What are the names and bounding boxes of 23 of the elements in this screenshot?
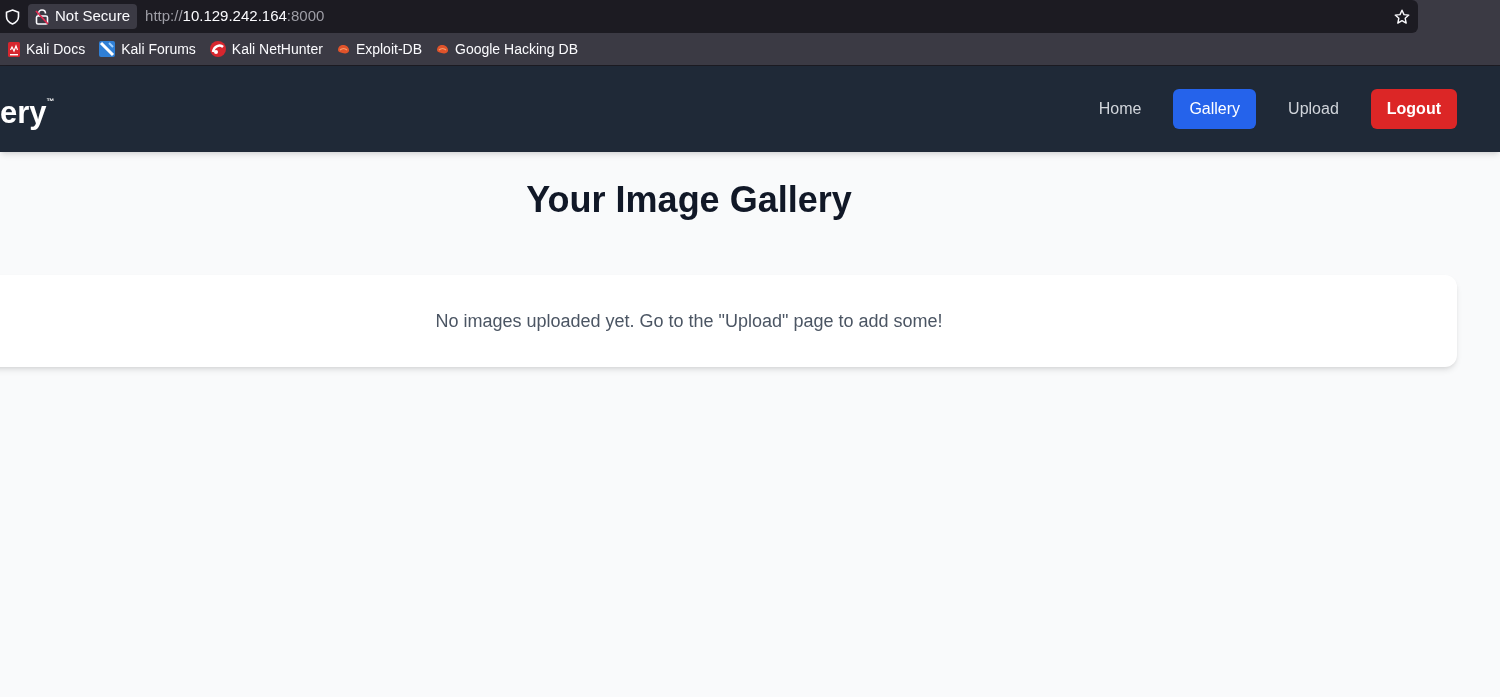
bookmark-item[interactable]: Exploit-DB bbox=[336, 38, 422, 60]
address-bar[interactable]: Not Secure http://10.129.242.164:8000 bbox=[0, 0, 1418, 33]
bookmark-item[interactable]: Google Hacking DB bbox=[436, 38, 578, 60]
not-secure-button[interactable]: Not Secure bbox=[28, 4, 138, 29]
bookmark-star-icon[interactable] bbox=[1394, 8, 1410, 25]
brand-logo-text[interactable]: ery$^{™}$ bbox=[0, 90, 55, 128]
document-icon bbox=[8, 41, 20, 57]
empty-message: No images uploaded yet. Go to the "Upload" page to add some! bbox=[435, 310, 943, 333]
insecure-lock-icon bbox=[35, 8, 49, 25]
url-text[interactable]: http://10.129.242.164:8000 bbox=[145, 5, 325, 28]
page-title: Your Image Gallery bbox=[526, 180, 852, 220]
shield-icon[interactable] bbox=[5, 8, 20, 25]
round-logo-icon bbox=[209, 41, 226, 57]
nav-link[interactable]: Upload bbox=[1272, 89, 1355, 129]
bookmark-item[interactable]: Kali NetHunter bbox=[209, 38, 323, 60]
nav-link[interactable]: Logout bbox=[1370, 89, 1457, 129]
bug-icon bbox=[436, 44, 449, 54]
bug-icon bbox=[336, 44, 350, 54]
square-logo-icon bbox=[99, 41, 116, 57]
nav-link[interactable]: Gallery bbox=[1173, 89, 1257, 129]
bookmark-item[interactable]: Kali Forums bbox=[99, 38, 196, 60]
nav-link[interactable]: Home bbox=[1082, 89, 1158, 129]
bookmark-item[interactable]: Kali Docs bbox=[8, 38, 86, 60]
